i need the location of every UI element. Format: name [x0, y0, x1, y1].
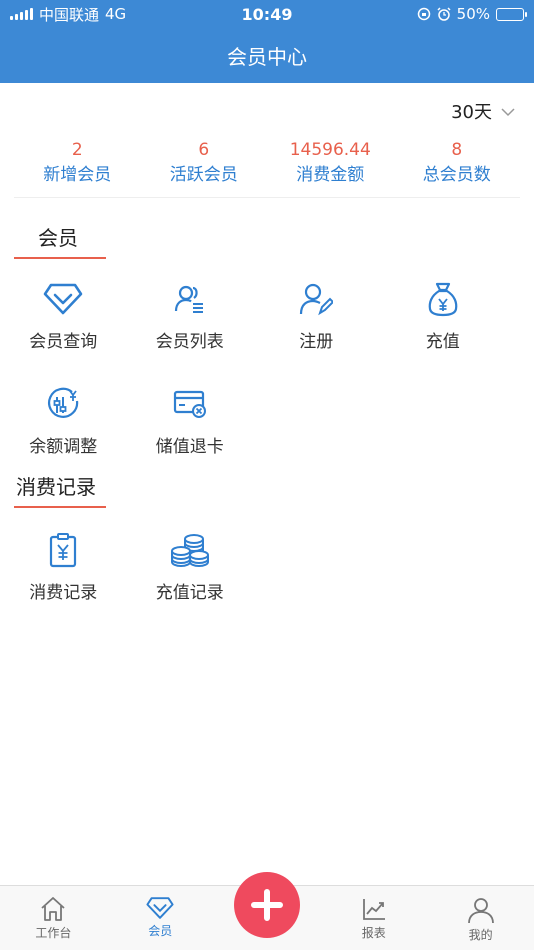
tab-label: 我的: [468, 928, 493, 942]
app-header: 中国联通 4G 10:49 50% 会员中心: [0, 0, 534, 83]
records-grid: 消费记录 充值记录: [0, 530, 534, 603]
item-label: 充值: [425, 332, 460, 352]
item-label: 余额调整: [29, 437, 98, 457]
page-title: 会员中心: [227, 45, 307, 69]
chart-icon: [362, 899, 385, 920]
period-selector[interactable]: 30天: [0, 83, 534, 139]
consumption-records-button[interactable]: 消费记录: [0, 530, 127, 603]
user-icon: [467, 898, 494, 924]
tab-label: 会员: [148, 924, 173, 938]
member-grid: 会员查询 会员列表 注册 充值 余额调整 储值退卡: [0, 279, 534, 457]
stat-value: 6: [198, 140, 210, 160]
item-label: 储值退卡: [155, 437, 224, 457]
battery-percent: 50%: [456, 5, 490, 23]
home-icon: [41, 897, 65, 921]
member-query-button[interactable]: 会员查询: [0, 279, 127, 352]
stat-new-members[interactable]: 2 新增会员: [14, 139, 141, 189]
chevron-down-icon: [501, 108, 515, 117]
stat-label: 活跃会员: [169, 165, 238, 185]
recharge-button[interactable]: 充值: [380, 279, 507, 352]
add-button[interactable]: [234, 872, 300, 938]
card-refund-button[interactable]: 储值退卡: [127, 384, 254, 457]
stat-active-members[interactable]: 6 活跃会员: [141, 139, 268, 189]
stat-label: 新增会员: [43, 165, 112, 185]
stat-value: 8: [451, 140, 463, 160]
tab-mine[interactable]: 我的: [427, 886, 534, 950]
plus-icon: [251, 889, 283, 921]
item-label: 注册: [299, 332, 334, 352]
carrier-name: 中国联通: [39, 5, 100, 24]
diamond-icon: [43, 279, 83, 319]
balance-adjust-button[interactable]: 余额调整: [0, 384, 127, 457]
rotation-lock-icon: [417, 7, 430, 21]
stat-spending-amount[interactable]: 14596.44 消费金额: [267, 139, 394, 189]
battery-icon: [496, 7, 527, 21]
item-label: 消费记录: [29, 583, 98, 603]
coins-icon: [170, 530, 210, 570]
stat-total-members[interactable]: 8 总会员数: [394, 139, 521, 189]
stat-value: 14596.44: [289, 140, 371, 160]
tab-label: 工作台: [35, 926, 72, 940]
network-type: 4G: [105, 5, 127, 23]
balance-adjust-icon: [43, 384, 83, 424]
item-label: 充值记录: [155, 583, 224, 603]
tab-workbench[interactable]: 工作台: [0, 886, 107, 950]
status-bar: 中国联通 4G 10:49 50%: [0, 0, 534, 28]
stat-value: 2: [71, 140, 83, 160]
period-value: 30天: [451, 102, 492, 123]
signal-icon: [10, 8, 33, 20]
register-user-icon: [296, 279, 336, 319]
register-button[interactable]: 注册: [253, 279, 380, 352]
tab-label: 报表: [361, 926, 386, 940]
money-bag-icon: [423, 279, 463, 319]
stats-row: 2 新增会员 6 活跃会员 14596.44 消费金额 8 总会员数: [14, 139, 520, 198]
tab-member[interactable]: 会员: [107, 886, 214, 950]
member-list-icon: [170, 279, 210, 319]
diamond-icon: [146, 897, 174, 919]
recharge-records-button[interactable]: 充值记录: [127, 530, 254, 603]
stat-label: 消费金额: [296, 165, 365, 185]
card-refund-icon: [170, 384, 210, 424]
section-title-member: 会员: [14, 222, 106, 259]
member-list-button[interactable]: 会员列表: [127, 279, 254, 352]
section-title-records: 消费记录: [14, 471, 106, 508]
alarm-icon: [437, 7, 451, 21]
tab-reports[interactable]: 报表: [320, 886, 427, 950]
stat-label: 总会员数: [422, 165, 491, 185]
receipt-icon: [43, 530, 83, 570]
item-label: 会员列表: [155, 332, 224, 352]
item-label: 会员查询: [29, 332, 98, 352]
